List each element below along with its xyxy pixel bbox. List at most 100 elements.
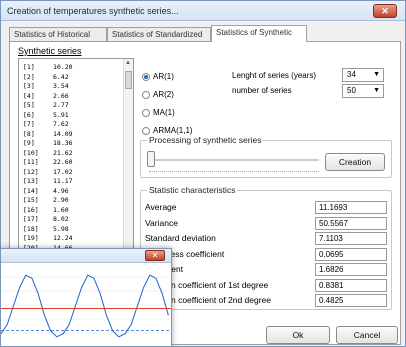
list-item[interactable]: [10] 21.62 xyxy=(23,149,119,157)
stat-value-field[interactable]: 0.4825 xyxy=(315,294,387,307)
stat-value-field[interactable]: 50.5567 xyxy=(315,216,387,230)
row-value: 10.20 xyxy=(53,63,73,71)
row-index: [6] xyxy=(23,110,35,119)
progress-track xyxy=(149,159,319,161)
list-item[interactable]: [7] 7.62 xyxy=(23,120,119,128)
radio-ma1[interactable]: MA(1) xyxy=(142,108,175,118)
radio-ar2-dot[interactable] xyxy=(142,90,150,99)
chevron-down-icon: ▼ xyxy=(373,87,380,94)
row-value: 2.66 xyxy=(53,91,69,100)
close-button[interactable]: ✕ xyxy=(373,4,397,18)
stat-value-field[interactable]: 11.1693 xyxy=(315,201,387,214)
tab-historical[interactable]: Statistics of Historical xyxy=(9,27,107,41)
row-index: [12] xyxy=(23,167,39,176)
creation-button[interactable]: Creation xyxy=(325,153,385,171)
list-item[interactable]: [8] 14.09 xyxy=(23,130,119,138)
row-index: [1] xyxy=(23,63,35,71)
scroll-thumb[interactable] xyxy=(125,71,132,89)
series-plot xyxy=(1,274,171,338)
list-item[interactable]: [12] 17.02 xyxy=(23,168,119,176)
row-value: 5.91 xyxy=(53,110,69,119)
row-value: 18.36 xyxy=(53,139,73,147)
row-value: 5.98 xyxy=(53,224,69,233)
row-index: [18] xyxy=(23,224,39,233)
list-item[interactable]: [6] 5.91 xyxy=(23,111,119,119)
stat-label: Standard deviation xyxy=(145,233,216,243)
length-select[interactable]: 34 ▼ xyxy=(342,68,384,82)
row-value: 12.24 xyxy=(53,234,73,242)
list-item[interactable]: [2] 6.42 xyxy=(23,73,119,81)
row-index: [15] xyxy=(23,196,39,204)
stat-label: Variance xyxy=(145,217,178,228)
row-value: 6.42 xyxy=(53,72,69,81)
radio-ma1-dot[interactable] xyxy=(142,108,150,117)
radio-ar2[interactable]: AR(2) xyxy=(142,90,174,100)
stat-label: Average xyxy=(145,202,177,212)
list-item[interactable]: [9] 18.36 xyxy=(23,139,119,147)
plot-close-button[interactable]: ✕ xyxy=(145,250,165,261)
radio-arma11-label: ARMA(1,1) xyxy=(153,126,193,135)
row-index: [10] xyxy=(23,148,39,157)
processing-group: Processing of synthetic series Creation xyxy=(140,135,392,178)
row-index: [8] xyxy=(23,129,35,138)
statistics-group: Statistic characteristics Average 11.1693… xyxy=(140,185,392,310)
radio-ar1-label: AR(1) xyxy=(153,72,174,81)
list-item[interactable]: [4] 2.66 xyxy=(23,92,119,100)
window-title: Creation of temperatures synthetic serie… xyxy=(7,6,179,16)
list-item[interactable]: [5] 2.77 xyxy=(23,101,119,109)
row-value: 11.17 xyxy=(53,177,73,185)
row-value: 4.96 xyxy=(53,186,69,195)
row-index: [19] xyxy=(23,234,39,242)
stat-value-field[interactable]: 1.6826 xyxy=(315,263,387,276)
list-item[interactable]: [17] 8.02 xyxy=(23,215,119,223)
row-index: [7] xyxy=(23,120,35,128)
title-bar: Creation of temperatures synthetic serie… xyxy=(1,1,405,21)
statistics-title: Statistic characteristics xyxy=(147,185,238,195)
list-item[interactable]: [19] 12.24 xyxy=(23,234,119,242)
row-index: [4] xyxy=(23,91,35,100)
number-label: number of series xyxy=(232,86,292,95)
chevron-down-icon: ▼ xyxy=(373,71,380,78)
row-index: [17] xyxy=(23,215,39,223)
row-value: 17.02 xyxy=(53,167,73,176)
list-item[interactable]: [16] 1.60 xyxy=(23,206,119,214)
tab-synthetic[interactable]: Statistics of Synthetic xyxy=(211,25,307,42)
list-item[interactable]: [1] 10.20 xyxy=(23,63,119,71)
plot-window: ✕ xyxy=(0,248,172,347)
number-select[interactable]: 50 ▼ xyxy=(342,84,384,98)
radio-ar2-label: AR(2) xyxy=(153,90,174,99)
radio-ma1-label: MA(1) xyxy=(153,108,175,117)
stat-value-field[interactable]: 7.1103 xyxy=(315,232,387,245)
row-index: [3] xyxy=(23,82,35,90)
row-index: [14] xyxy=(23,186,39,195)
row-index: [11] xyxy=(23,158,39,166)
list-item[interactable]: [11] 22.60 xyxy=(23,158,119,166)
slider-ticks xyxy=(149,171,319,173)
row-index: [5] xyxy=(23,101,35,109)
row-value: 3.54 xyxy=(53,82,69,90)
radio-arma11-dot[interactable] xyxy=(142,126,150,135)
row-value: 2.77 xyxy=(53,101,69,109)
progress-slider-thumb[interactable] xyxy=(147,151,155,167)
plot-title-bar: ✕ xyxy=(1,249,171,263)
stat-value-field[interactable]: 0.8381 xyxy=(315,278,387,292)
list-item[interactable]: [14] 4.96 xyxy=(23,187,119,195)
list-item[interactable]: [18] 5.98 xyxy=(23,225,119,233)
list-item[interactable]: [3] 3.54 xyxy=(23,82,119,90)
length-value: 34 xyxy=(347,70,356,79)
list-item[interactable]: [15] 2.90 xyxy=(23,196,119,204)
row-value: 2.90 xyxy=(53,196,69,204)
ok-button[interactable]: Ok xyxy=(266,326,330,344)
radio-ar1[interactable]: AR(1) xyxy=(142,72,174,82)
number-value: 50 xyxy=(347,86,356,95)
list-item[interactable]: [13] 11.17 xyxy=(23,177,119,185)
row-index: [13] xyxy=(23,177,39,185)
processing-title: Processing of synthetic series xyxy=(147,135,264,145)
radio-ar1-dot[interactable] xyxy=(142,72,150,81)
synthetic-series-title: Synthetic series xyxy=(18,46,82,56)
cancel-button[interactable]: Cancel xyxy=(336,326,398,344)
tab-standardized[interactable]: Statistics of Standardized xyxy=(107,27,211,41)
row-value: 7.62 xyxy=(53,120,69,128)
scroll-up-icon[interactable]: ▲ xyxy=(125,60,131,66)
stat-value-field[interactable]: 0.0695 xyxy=(315,247,387,261)
